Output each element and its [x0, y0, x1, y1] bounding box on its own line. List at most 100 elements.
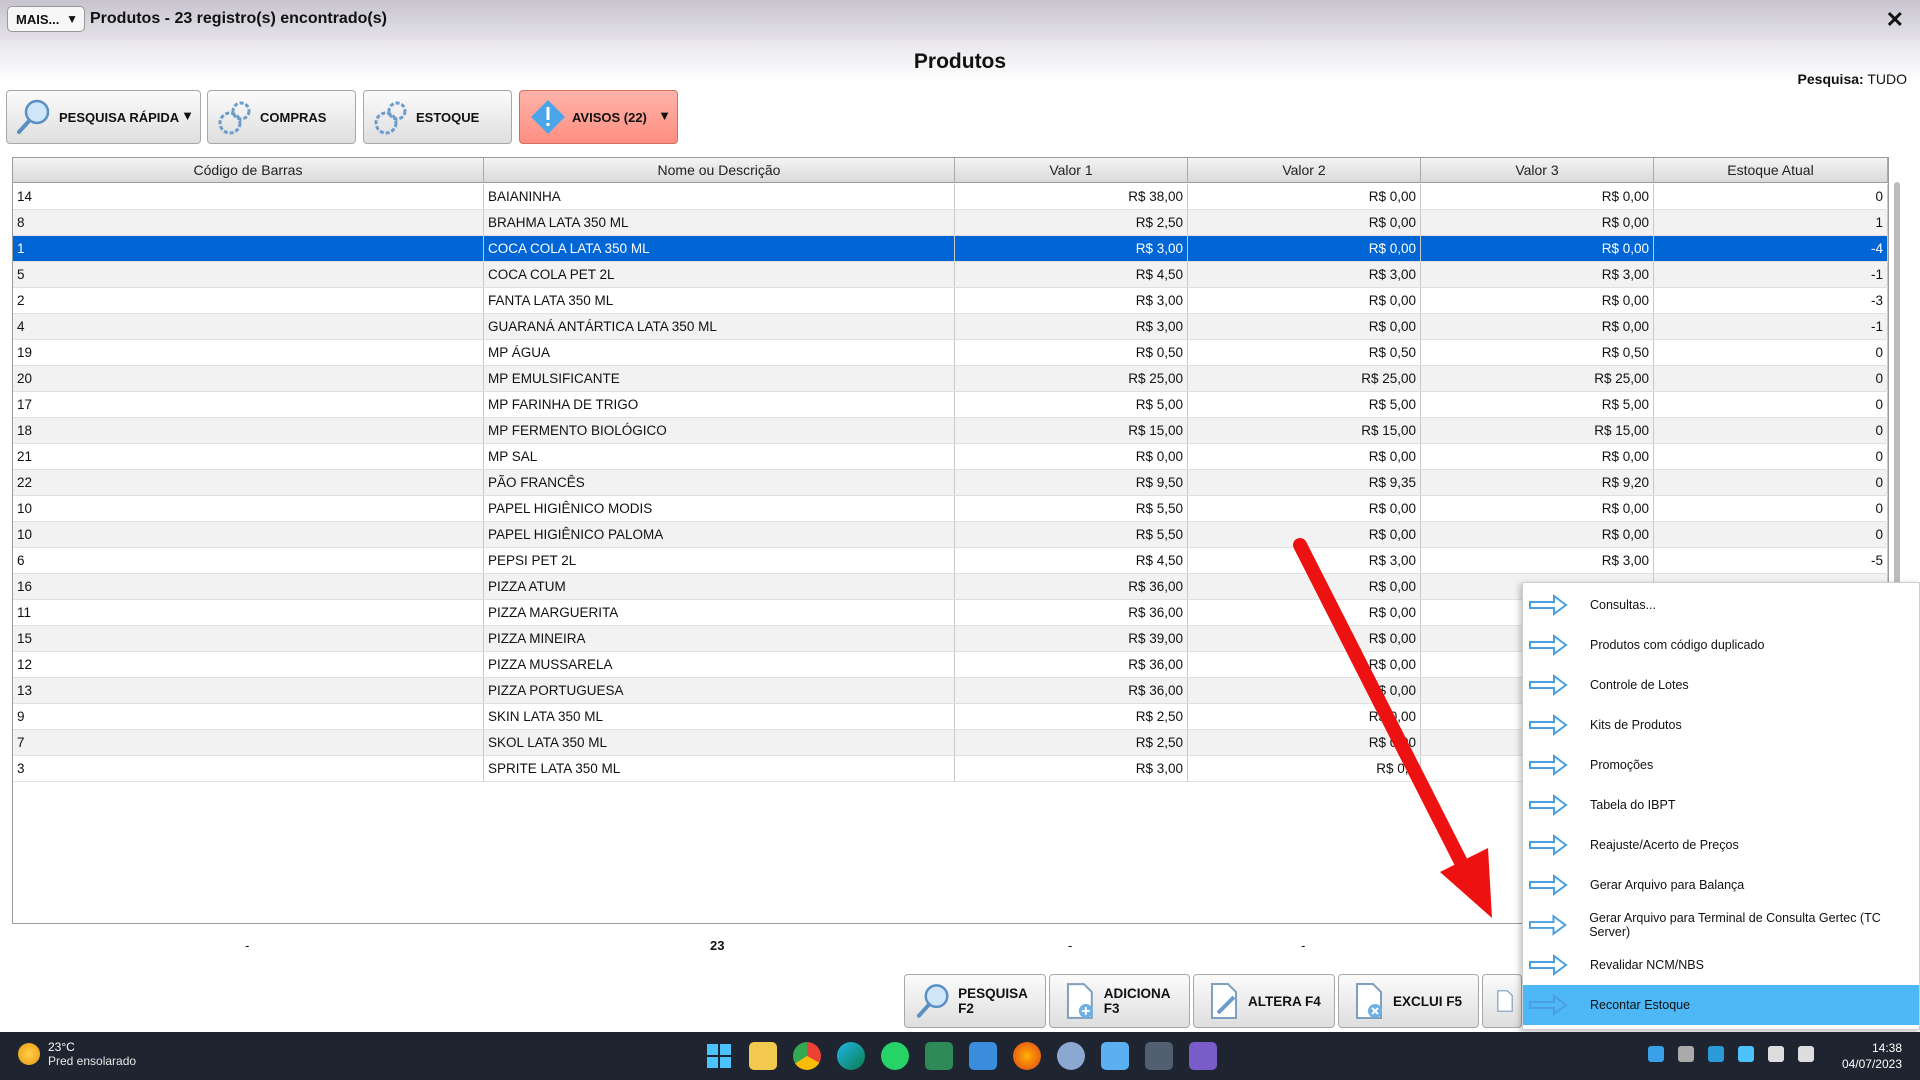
- alerts-button[interactable]: AVISOS (22) ▼: [519, 90, 678, 144]
- table-row[interactable]: 4 GUARANÁ ANTÁRTICA LATA 350 ML R$ 3,00 R$ …: [13, 314, 1888, 340]
- chrome-icon[interactable]: [793, 1042, 821, 1070]
- system-tray: [1648, 1046, 1814, 1062]
- table-row[interactable]: 19 MP ÁGUA R$ 0,50 R$ 0,50 R$ 0,50 0: [13, 340, 1888, 366]
- monitor-icon[interactable]: [1768, 1046, 1784, 1062]
- menu-item[interactable]: Produtos com código duplicado: [1523, 625, 1919, 665]
- table-row[interactable]: 17 MP FARINHA DE TRIGO R$ 5,00 R$ 5,00 R$ 5,…: [13, 392, 1888, 418]
- more-actions-button[interactable]: [1482, 974, 1522, 1028]
- menu-item[interactable]: Reajuste/Acerto de Preços: [1523, 825, 1919, 865]
- quick-search-button[interactable]: PESQUISA RÁPIDA ▼: [6, 90, 201, 144]
- table-cell: R$ 0,0: [1188, 756, 1421, 781]
- menu-item[interactable]: Controle de Lotes: [1523, 665, 1919, 705]
- table-cell: R$ 15,00: [1188, 418, 1421, 443]
- chevron-down-icon: ▼: [66, 12, 78, 26]
- search-f2-label: PESQUISA F2: [958, 986, 1028, 1016]
- table-row[interactable]: 1 COCA COLA LATA 350 ML R$ 3,00 R$ 0,00 R$ 0…: [13, 236, 1888, 262]
- table-cell: 10: [13, 496, 484, 521]
- table-cell: 16: [13, 574, 484, 599]
- menu-item[interactable]: Kits de Produtos: [1523, 705, 1919, 745]
- menu-item[interactable]: Revalidar NCM/NBS: [1523, 945, 1919, 985]
- table-row[interactable]: 2 FANTA LATA 350 ML R$ 3,00 R$ 0,00 R$ 0,00-…: [13, 288, 1888, 314]
- table-cell: R$ 36,00: [955, 652, 1188, 677]
- menu-item-label: Reajuste/Acerto de Preços: [1590, 838, 1739, 852]
- menu-item-label: Recontar Estoque: [1590, 998, 1691, 1012]
- volume-icon[interactable]: [1798, 1046, 1814, 1062]
- menu-item[interactable]: Gerar Arquivo para Terminal de Consulta …: [1523, 905, 1919, 945]
- settings-icon[interactable]: [1057, 1042, 1085, 1070]
- table-row[interactable]: 20 MP EMULSIFICANTE R$ 25,00 R$ 25,00 R$ 25,…: [13, 366, 1888, 392]
- table-cell: 20: [13, 366, 484, 391]
- usb-icon[interactable]: [1678, 1046, 1694, 1062]
- search-scope: Pesquisa: TUDO: [1798, 71, 1907, 87]
- table-cell: SKOL LATA 350 ML: [484, 730, 955, 755]
- erp-app-icon[interactable]: [1145, 1042, 1173, 1070]
- total-count: 23: [710, 938, 725, 953]
- firefox-icon[interactable]: [1013, 1042, 1041, 1070]
- vertical-scrollbar[interactable]: [1894, 182, 1900, 592]
- table-cell: R$ 0,00: [1188, 626, 1421, 651]
- column-header[interactable]: Estoque Atual: [1654, 158, 1888, 182]
- menu-item[interactable]: Promoções: [1523, 745, 1919, 785]
- table-cell: PÃO FRANCÊS: [484, 470, 955, 495]
- table-row[interactable]: 5 COCA COLA PET 2L R$ 4,50 R$ 3,00 R$ 3,00 -1: [13, 262, 1888, 288]
- menu-item[interactable]: Recontar Estoque: [1523, 985, 1919, 1025]
- delete-f5-button[interactable]: EXCLUI F5: [1338, 974, 1479, 1028]
- edit-f4-button[interactable]: ALTERA F4: [1193, 974, 1335, 1028]
- file-explorer-icon[interactable]: [749, 1042, 777, 1070]
- table-row[interactable]: 18 MP FERMENTO BIOLÓGICO R$ 15,00 R$ 15,00 R…: [13, 418, 1888, 444]
- table-cell: R$ 0,50: [955, 340, 1188, 365]
- column-header[interactable]: Código de Barras: [13, 158, 484, 182]
- table-row[interactable]: 8 BRAHMA LATA 350 ML R$ 2,50 R$ 0,00 R$ 0,00…: [13, 210, 1888, 236]
- notepad-icon[interactable]: [1101, 1042, 1129, 1070]
- table-cell: PEPSI PET 2L: [484, 548, 955, 573]
- table-cell: 4: [13, 314, 484, 339]
- network-icon[interactable]: [1648, 1046, 1664, 1062]
- edge-icon[interactable]: [837, 1042, 865, 1070]
- mais-dropdown-button[interactable]: MAIS... ▼: [7, 6, 85, 32]
- search-f2-button[interactable]: PESQUISA F2: [904, 974, 1046, 1028]
- security-icon[interactable]: [1708, 1046, 1724, 1062]
- table-cell: R$ 0,00: [1421, 522, 1654, 547]
- mail-icon[interactable]: [969, 1042, 997, 1070]
- column-header[interactable]: Valor 1: [955, 158, 1188, 182]
- menu-item[interactable]: Tabela do IBPT: [1523, 785, 1919, 825]
- table-cell: 17: [13, 392, 484, 417]
- table-cell: R$ 9,20: [1421, 470, 1654, 495]
- table-row[interactable]: 22 PÃO FRANCÊS R$ 9,50 R$ 9,35 R$ 9,20 0: [13, 470, 1888, 496]
- table-cell: 1: [13, 236, 484, 261]
- taskbar: 23°C Pred ensolarado 14:38 04/07/2023: [0, 1032, 1920, 1080]
- table-cell: R$ 3,00: [1188, 262, 1421, 287]
- search-value: TUDO: [1867, 71, 1907, 87]
- clock[interactable]: 14:38 04/07/2023: [1842, 1040, 1902, 1072]
- spreadsheet-icon[interactable]: [925, 1042, 953, 1070]
- purchases-button[interactable]: COMPRAS: [207, 90, 356, 144]
- close-icon[interactable]: ✕: [1886, 7, 1904, 33]
- menu-item[interactable]: Consultas...: [1523, 585, 1919, 625]
- magnifier-icon: [17, 99, 50, 134]
- add-document-icon: [1066, 983, 1093, 1019]
- table-row[interactable]: 10 PAPEL HIGIÊNICO PALOMA R$ 5,50 R$ 0,00 R$…: [13, 522, 1888, 548]
- table-cell: MP FERMENTO BIOLÓGICO: [484, 418, 955, 443]
- table-cell: R$ 9,35: [1188, 470, 1421, 495]
- menu-item-label: Tabela do IBPT: [1590, 798, 1676, 812]
- table-cell: 19: [13, 340, 484, 365]
- table-cell: R$ 15,00: [1421, 418, 1654, 443]
- stock-button[interactable]: ESTOQUE: [363, 90, 512, 144]
- weather-widget[interactable]: 23°C Pred ensolarado: [18, 1040, 136, 1068]
- table-cell: -1: [1654, 314, 1888, 339]
- table-row[interactable]: 21 MP SAL R$ 0,00 R$ 0,00 R$ 0,00 0: [13, 444, 1888, 470]
- whatsapp-icon[interactable]: [881, 1042, 909, 1070]
- chevron-down-icon[interactable]: ▼: [181, 108, 194, 123]
- column-header[interactable]: Valor 3: [1421, 158, 1654, 182]
- table-row[interactable]: 14 BAIANINHA R$ 38,00 R$ 0,00 R$ 0,00 0: [13, 184, 1888, 210]
- table-row[interactable]: 10 PAPEL HIGIÊNICO MODIS R$ 5,50 R$ 0,00 R$ …: [13, 496, 1888, 522]
- column-header[interactable]: Nome ou Descrição: [484, 158, 955, 182]
- menu-item[interactable]: Gerar Arquivo para Balança: [1523, 865, 1919, 905]
- column-header[interactable]: Valor 2: [1188, 158, 1421, 182]
- cloud-icon[interactable]: [1738, 1046, 1754, 1062]
- add-f3-button[interactable]: ADICIONA F3: [1049, 974, 1190, 1028]
- windows-start-icon[interactable]: [705, 1042, 733, 1070]
- chevron-down-icon[interactable]: ▼: [658, 108, 671, 123]
- table-row[interactable]: 6 PEPSI PET 2L R$ 4,50 R$ 3,00 R$ 3,00 -5: [13, 548, 1888, 574]
- media-app-icon[interactable]: [1189, 1042, 1217, 1070]
